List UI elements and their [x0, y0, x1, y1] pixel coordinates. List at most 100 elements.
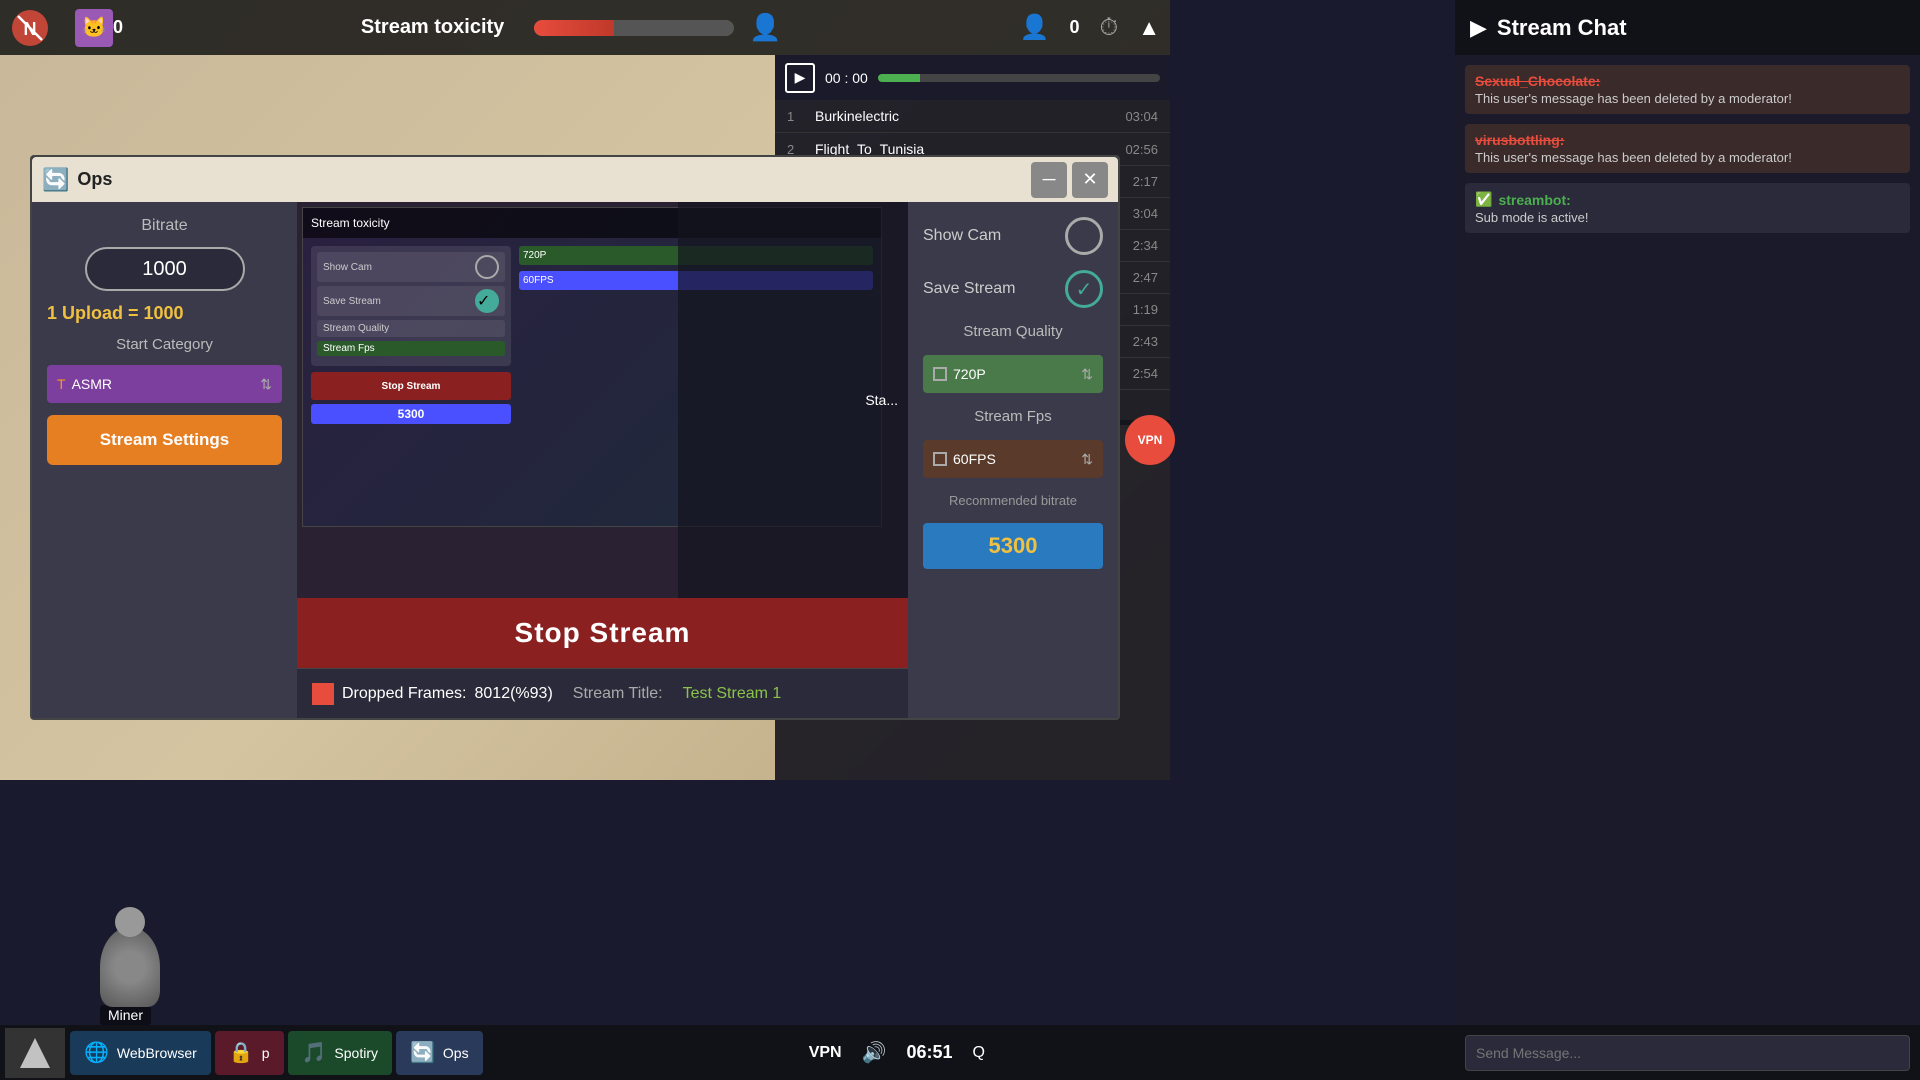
- extra-icon[interactable]: Q: [973, 1044, 985, 1062]
- nested-quality-label: Stream Quality: [323, 323, 389, 334]
- nested-bitrate: 5300: [311, 404, 511, 424]
- chat-header: ▶ Stream Chat: [1455, 0, 1920, 55]
- dropped-frames-label: Dropped Frames:: [342, 685, 467, 703]
- stream-fps-label: Stream Fps: [923, 408, 1103, 425]
- recommended-value: 5300: [923, 523, 1103, 569]
- toxicity-fill: [534, 20, 614, 36]
- spotiry-label: Spotiry: [334, 1045, 378, 1061]
- fps-icon: [933, 452, 947, 466]
- bitrate-input[interactable]: [85, 247, 245, 291]
- recommended-label: Recommended bitrate: [923, 493, 1103, 508]
- dropped-frames-indicator: [312, 683, 334, 705]
- chat-play-icon: ▶: [1470, 15, 1487, 41]
- fps-select[interactable]: 60FPS ⇅: [923, 440, 1103, 478]
- stream-item-time: 2:43: [1133, 334, 1158, 349]
- stream-item-num: 1: [787, 109, 807, 124]
- toxicity-bar: [534, 20, 734, 36]
- nested-stream-toxicity: Stream toxicity: [311, 216, 390, 230]
- quality-arrow-icon: ⇅: [1081, 366, 1093, 383]
- streambot-icon: ✅: [1475, 191, 1492, 208]
- show-cam-toggle[interactable]: [1065, 217, 1103, 255]
- nested-left-panel: Show Cam Save Stream ✓ Stream Quality: [311, 246, 511, 424]
- stream-preview: Stream toxicity Show Cam: [297, 202, 908, 598]
- nested-save-stream-toggle[interactable]: ✓: [475, 289, 499, 313]
- quality-select[interactable]: 720P ⇅: [923, 355, 1103, 393]
- quality-select-wrap: 720P ⇅: [923, 355, 1103, 393]
- panel-title-icon: 🔄: [42, 167, 69, 193]
- show-cam-label: Show Cam: [923, 227, 1001, 245]
- stream-settings-button[interactable]: Stream Settings: [47, 415, 282, 465]
- stream-item-time: 03:04: [1125, 109, 1158, 124]
- chat-message-1: Sexual_Chocolate: This user's message ha…: [1465, 65, 1910, 114]
- stream-quality-label: Stream Quality: [923, 323, 1103, 340]
- stop-stream-button[interactable]: Stop Stream: [297, 598, 908, 668]
- chat-message-2: virusbottling: This user's message has b…: [1465, 124, 1910, 173]
- nested-save-stream-label: Save Stream: [323, 296, 381, 307]
- panel-titlebar: 🔄 Ops ─ ✕: [32, 157, 1118, 202]
- nested-quality-row: Stream Quality: [317, 320, 505, 337]
- category-select[interactable]: T ASMR ⇅: [47, 365, 282, 403]
- stream-item-time: 2:17: [1133, 174, 1158, 189]
- taskbar: 🌐 WebBrowser 🔒 p 🎵 Spotiry 🔄 Ops VPN 🔊 0…: [0, 1025, 1455, 1080]
- chat-input-area: [1455, 1025, 1920, 1080]
- chat-username-3: streambot:: [1498, 192, 1570, 208]
- save-stream-toggle[interactable]: ✓: [1065, 270, 1103, 308]
- nested-show-cam-row: Show Cam: [317, 252, 505, 282]
- taskbar-spotiry[interactable]: 🎵 Spotiry: [288, 1031, 392, 1075]
- vpn-badge: VPN: [1125, 415, 1175, 465]
- center-content: Stream toxicity Show Cam: [297, 202, 908, 718]
- top-bar-right: 👤 0 ⏱ ▲: [1020, 13, 1160, 42]
- character-name-label: Miner: [100, 1005, 151, 1025]
- left-sidebar: Bitrate 1 Upload = 1000 Start Category T…: [32, 202, 297, 718]
- show-cam-row: Show Cam: [923, 217, 1103, 255]
- play-button[interactable]: ▶: [785, 63, 815, 93]
- ops-label: Ops: [443, 1045, 469, 1061]
- taskbar-logo-icon: [15, 1033, 55, 1073]
- nested-stop-stream[interactable]: Stop Stream: [311, 372, 511, 400]
- stream-list-header: ▶ 00 : 00: [775, 55, 1170, 100]
- chat-title: Stream Chat: [1497, 15, 1627, 41]
- stream-item-time: 1:19: [1133, 302, 1158, 317]
- right-panel: Show Cam Save Stream ✓ Stream Quality 72…: [908, 202, 1118, 718]
- volume-icon[interactable]: 🔊: [862, 1040, 887, 1065]
- chat-username-1: Sexual_Chocolate:: [1475, 73, 1900, 89]
- chat-message-text-3: Sub mode is active!: [1475, 210, 1900, 225]
- stream-item-time: 2:34: [1133, 238, 1158, 253]
- spotiry-icon: 🎵: [302, 1040, 327, 1065]
- nested-show-cam-toggle[interactable]: [475, 255, 499, 279]
- up-arrow-icon: ▲: [1138, 15, 1160, 41]
- fps-arrow-icon: ⇅: [1081, 451, 1093, 468]
- taskbar-webbrowser[interactable]: 🌐 WebBrowser: [70, 1031, 211, 1075]
- nested-show-cam-label: Show Cam: [323, 262, 372, 273]
- webbrowser-label: WebBrowser: [117, 1045, 197, 1061]
- taskbar-right: VPN 🔊 06:51 Q: [809, 1025, 985, 1080]
- panel-title-text: Ops: [77, 169, 1026, 190]
- chat-input[interactable]: [1465, 1035, 1910, 1071]
- cat-avatar: 🐱: [75, 9, 113, 47]
- stream-item-name: Burkinelectric: [815, 108, 1125, 124]
- taskbar-ops[interactable]: 🔄 Ops: [396, 1031, 483, 1075]
- stream-title-label: Stream Title:: [573, 685, 663, 703]
- character-head: [115, 907, 145, 937]
- close-button[interactable]: ✕: [1072, 162, 1108, 198]
- chat-message-text-1: This user's message has been deleted by …: [1475, 91, 1900, 106]
- save-stream-label: Save Stream: [923, 280, 1015, 298]
- red-person-icon: 👤: [749, 12, 781, 43]
- p-app-label: p: [262, 1045, 270, 1061]
- viewer-count: 0: [1069, 17, 1079, 38]
- fps-select-wrap: 60FPS ⇅: [923, 440, 1103, 478]
- minimize-button[interactable]: ─: [1031, 162, 1067, 198]
- vpn-label: VPN: [809, 1044, 842, 1062]
- taskbar-p-app[interactable]: 🔒 p: [215, 1031, 284, 1075]
- stream-toxicity-label: Stream toxicity: [361, 16, 504, 39]
- upload-label: 1 Upload = 1000: [47, 303, 282, 324]
- ops-icon: 🔄: [410, 1040, 435, 1065]
- dropped-frames-area: Dropped Frames: 8012(%93): [312, 683, 553, 705]
- chat-username-2: virusbottling:: [1475, 132, 1900, 148]
- top-bar: N 🐱 0 Stream toxicity 👤 👤 0 ⏱ ▲: [0, 0, 1170, 55]
- stream-panel: 🔄 Ops ─ ✕ Bitrate 1 Upload = 1000 Start …: [30, 155, 1120, 720]
- p-app-icon: 🔒: [229, 1040, 254, 1065]
- stream-list-item[interactable]: 1 Burkinelectric 03:04: [775, 100, 1170, 133]
- person-icon: 👤: [1020, 13, 1050, 42]
- quality-icon: [933, 367, 947, 381]
